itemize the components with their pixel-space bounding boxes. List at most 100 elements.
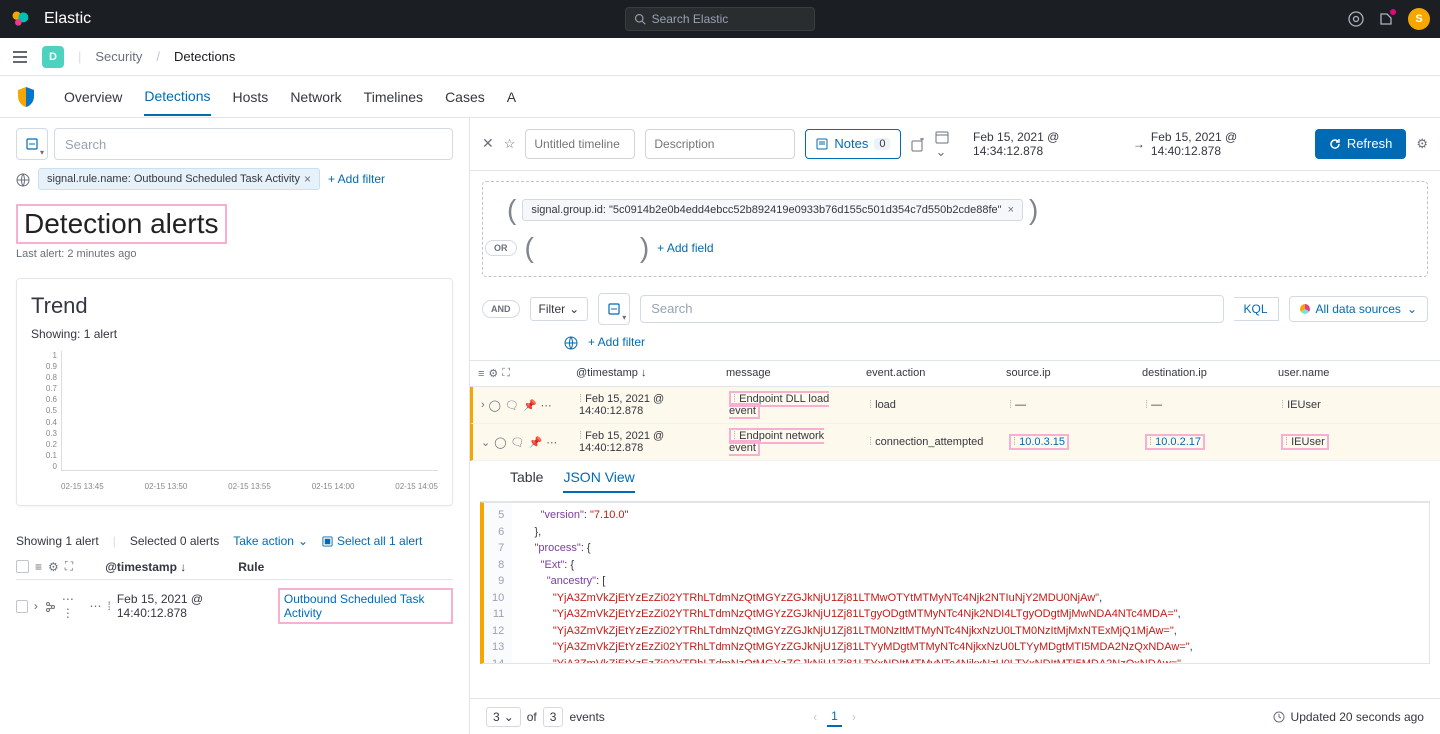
date-range[interactable]: Feb 15, 2021 @ 14:34:12.878 → Feb 15, 20… bbox=[973, 130, 1305, 158]
refresh-icon bbox=[1329, 138, 1341, 150]
col-timestamp[interactable]: @timestamp ↓ bbox=[105, 560, 186, 574]
trend-subtitle: Showing: 1 alert bbox=[31, 327, 438, 341]
resolver-icon[interactable]: ⋯⋮ bbox=[62, 592, 84, 620]
nav-tab-hosts[interactable]: Hosts bbox=[233, 79, 269, 115]
nav-tab-timelines[interactable]: Timelines bbox=[364, 79, 423, 115]
col-header-timestamp[interactable]: @timestamp ↓ bbox=[568, 361, 718, 386]
row-checkbox[interactable] bbox=[16, 600, 28, 613]
filter-mode-dropdown[interactable]: Filter ⌄ bbox=[530, 297, 589, 321]
showing-count: Showing 1 alert bbox=[16, 534, 99, 548]
pager-current[interactable]: 1 bbox=[827, 707, 842, 727]
nav-tab-overview[interactable]: Overview bbox=[64, 79, 122, 115]
trend-chart: 10.90.80.70.60.50.40.30.20.10 02-15 13:4… bbox=[31, 351, 438, 491]
event-row-2[interactable]: ⌄ ◯ 🗨 📌 ⋯ ⁞ Feb 15, 2021 @ 14:40:12.878 … bbox=[470, 424, 1440, 461]
search-input[interactable]: Search bbox=[54, 128, 453, 160]
collapse-icon[interactable]: ⌄ bbox=[481, 436, 490, 449]
trend-title: Trend bbox=[31, 293, 438, 319]
filter-options-icon-2[interactable] bbox=[564, 335, 578, 351]
select-all-link[interactable]: Select all 1 alert bbox=[322, 534, 422, 548]
nav-tab-network[interactable]: Network bbox=[290, 79, 341, 115]
select-all-icon bbox=[322, 536, 333, 547]
filter-pill-remove-icon[interactable]: × bbox=[304, 172, 311, 186]
page-size-selector[interactable]: 3 ⌄ bbox=[486, 707, 521, 727]
filter-options-icon[interactable] bbox=[16, 171, 30, 187]
data-sources-button[interactable]: All data sources ⌄ bbox=[1289, 296, 1428, 322]
page-title: Detection alerts bbox=[16, 204, 227, 244]
user-avatar[interactable]: S bbox=[1408, 8, 1430, 30]
nav-tab-admin[interactable]: A bbox=[507, 79, 516, 115]
col-header-user[interactable]: user.name bbox=[1270, 361, 1440, 386]
and-badge: AND bbox=[482, 300, 520, 318]
column-settings-icon[interactable]: ⚙ bbox=[48, 560, 59, 574]
help-icon[interactable] bbox=[1348, 11, 1364, 28]
timeline-pane: ✕ ☆ Notes0 ⌄ Feb 15, 2021 @ 14:34:12.878… bbox=[470, 118, 1440, 734]
trend-card: Trend Showing: 1 alert 10.90.80.70.60.50… bbox=[16, 278, 453, 506]
add-filter-link[interactable]: + Add filter bbox=[328, 172, 385, 186]
timeline-desc-input[interactable] bbox=[645, 129, 795, 159]
space-badge[interactable]: D bbox=[42, 46, 64, 68]
alerts-pane: Search signal.rule.name: Outbound Schedu… bbox=[0, 118, 470, 734]
new-timeline-icon[interactable] bbox=[911, 136, 925, 152]
nav-toggle-icon[interactable] bbox=[12, 49, 28, 65]
date-picker-icon[interactable]: ⌄ bbox=[935, 128, 963, 160]
col-rule[interactable]: Rule bbox=[238, 560, 264, 574]
close-timeline-icon[interactable]: ✕ bbox=[482, 135, 494, 152]
pager-prev-icon[interactable]: ‹ bbox=[813, 710, 817, 724]
breadcrumb-current: Detections bbox=[174, 49, 235, 64]
analyze-icon[interactable]: ◯ bbox=[494, 436, 506, 449]
column-list-icon[interactable]: ≡ bbox=[35, 560, 42, 574]
global-search[interactable]: Search Elastic bbox=[625, 7, 815, 31]
col-header-action[interactable]: event.action bbox=[858, 361, 998, 386]
notes-icon[interactable]: 🗨 bbox=[511, 436, 525, 449]
pager-next-icon[interactable]: › bbox=[852, 710, 856, 724]
col-header-sip[interactable]: source.ip bbox=[998, 361, 1134, 386]
grid-settings-icon[interactable]: ⚙ bbox=[488, 367, 498, 380]
event-row-1[interactable]: › ◯ 🗨 📌 ⋯ ⁞ Feb 15, 2021 @ 14:40:12.878 … bbox=[470, 387, 1440, 424]
timeline-add-filter[interactable]: + Add filter bbox=[588, 335, 645, 349]
timeline-search-input[interactable]: Search bbox=[640, 295, 1223, 323]
grid-fullscreen-icon[interactable]: ⛶ bbox=[502, 367, 510, 380]
notes-icon[interactable]: 🗨 bbox=[505, 399, 519, 412]
take-action-dropdown[interactable]: Take action ⌄ bbox=[233, 534, 308, 548]
expand-icon[interactable]: › bbox=[481, 399, 485, 411]
nav-tab-cases[interactable]: Cases bbox=[445, 79, 485, 115]
alert-row[interactable]: › ⋯⋮ ⋯ ⁞ Feb 15, 2021 @ 14:40:12.878 Out… bbox=[16, 580, 453, 632]
pin-icon[interactable]: 📌 bbox=[523, 399, 537, 412]
kql-toggle[interactable]: KQL bbox=[1234, 297, 1279, 321]
or-badge: OR bbox=[485, 240, 517, 256]
more-icon[interactable]: ⋯ bbox=[541, 399, 552, 412]
query-builder: ( signal.group.id: "5c0914b2e0b4edd4ebcc… bbox=[482, 181, 1428, 277]
timeline-title-input[interactable] bbox=[525, 129, 635, 159]
elastic-logo bbox=[10, 9, 30, 29]
refresh-button[interactable]: Refresh bbox=[1315, 129, 1407, 159]
query-pill-group[interactable]: signal.group.id: "5c0914b2e0b4edd4ebcc52… bbox=[522, 199, 1023, 221]
grid-list-icon[interactable]: ≡ bbox=[478, 368, 484, 380]
pin-icon[interactable]: 📌 bbox=[529, 436, 543, 449]
query-options-button[interactable] bbox=[16, 128, 48, 160]
row-rule-link[interactable]: Outbound Scheduled Task Activity bbox=[278, 588, 453, 624]
filter-pill-rule[interactable]: signal.rule.name: Outbound Scheduled Tas… bbox=[38, 168, 320, 190]
brand-label: Elastic bbox=[44, 10, 91, 28]
timeline-settings-icon[interactable]: ⚙ bbox=[1416, 136, 1428, 152]
more-actions-icon[interactable]: ⋯ bbox=[90, 599, 102, 613]
detail-tab-json[interactable]: JSON View bbox=[563, 469, 634, 493]
query-options-button-2[interactable] bbox=[598, 293, 630, 325]
nav-tab-detections[interactable]: Detections bbox=[144, 78, 210, 116]
analyze-icon[interactable]: ◯ bbox=[489, 399, 501, 412]
security-shield-icon bbox=[16, 86, 36, 108]
select-all-checkbox[interactable] bbox=[16, 560, 29, 573]
col-header-message[interactable]: message bbox=[718, 361, 858, 386]
favorite-icon[interactable]: ☆ bbox=[504, 136, 516, 152]
query-pill-remove-icon[interactable]: × bbox=[1008, 204, 1014, 216]
expand-row-icon[interactable]: › bbox=[34, 599, 38, 613]
add-field-link[interactable]: + Add field bbox=[657, 241, 713, 255]
col-header-dip[interactable]: destination.ip bbox=[1134, 361, 1270, 386]
notes-button[interactable]: Notes0 bbox=[805, 129, 901, 159]
news-icon[interactable] bbox=[1378, 11, 1394, 28]
detail-tab-table[interactable]: Table bbox=[510, 469, 543, 493]
column-fullscreen-icon[interactable]: ⛶ bbox=[65, 559, 73, 574]
analyze-icon[interactable] bbox=[44, 599, 56, 613]
detail-tabs: Table JSON View bbox=[480, 461, 1430, 502]
breadcrumb-parent[interactable]: Security bbox=[95, 49, 142, 64]
more-icon[interactable]: ⋯ bbox=[546, 436, 557, 449]
